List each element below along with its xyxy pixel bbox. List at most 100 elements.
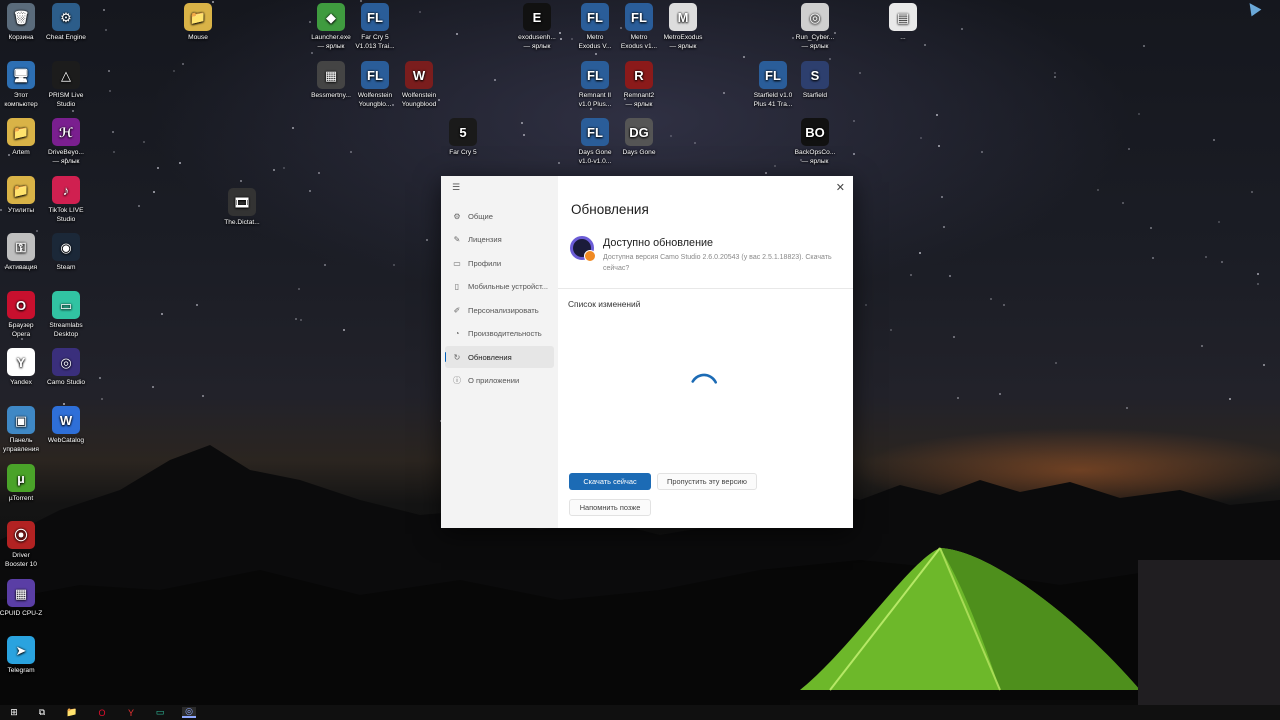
desktop-icon-label: PRISM Live Studio — [48, 92, 84, 108]
nav-icon: ✐ — [453, 305, 461, 315]
opera-button[interactable]: O — [95, 707, 109, 718]
desktop-icon[interactable]: ◉ Steam — [35, 233, 97, 272]
settings-content: ✕ Обновления Доступно обновление Доступн… — [558, 176, 853, 528]
desktop-icon[interactable]: 📁 Mouse — [167, 3, 229, 42]
desktop-icon[interactable]: µ µTorrent — [0, 464, 52, 503]
camo-button[interactable]: ◎ — [182, 706, 196, 718]
download-now-button[interactable]: Скачать сейчас — [569, 473, 651, 490]
desktop-icon-label: µTorrent — [8, 495, 34, 502]
app-icon: 📁 — [7, 118, 35, 146]
app-icon: FL — [759, 61, 787, 89]
desktop-icon-label: Camo Studio — [46, 379, 86, 386]
desktop-icon[interactable]: ▤... — [872, 3, 934, 42]
nav-item-label: О приложении — [468, 376, 520, 385]
nav-item[interactable]: ◔ Производительность — [445, 323, 554, 345]
app-icon: 🖥 — [7, 61, 35, 89]
desktop-icon-label: Remnant2 — ярлык — [623, 92, 655, 108]
desktop-icon[interactable]: ➤ Telegram — [0, 636, 52, 675]
close-icon[interactable]: ✕ — [836, 181, 845, 194]
task-view-button[interactable]: ⧉ — [35, 707, 49, 718]
nav-icon: ↻ — [453, 352, 461, 362]
loading-spinner-icon — [689, 373, 719, 403]
nav-icon: ⚙ — [453, 211, 461, 221]
app-icon: ➤ — [7, 636, 35, 664]
desktop-icon-label: Starfield — [802, 92, 828, 99]
app-icon: FL — [581, 61, 609, 89]
desktop-icon[interactable]: ◎ Run_Cyber... — ярлык — [784, 3, 846, 51]
desktop-icon-label: CPUID CPU-Z — [0, 610, 43, 617]
app-icon: 5 — [449, 118, 477, 146]
desktop-icon[interactable]: BO BackOpsCo... — ярлык — [784, 118, 846, 166]
desktop-icon[interactable]: W WebCatalog — [35, 406, 97, 445]
app-icon: E — [523, 3, 551, 31]
app-icon: 📁 — [184, 3, 212, 31]
settings-sidebar: ☰ ⚙ Общие ✎ Лицензия ▭ Профили ▯ Мобильные устр… — [441, 176, 558, 528]
desktop-icon[interactable]: ▦ CPUID CPU-Z — [0, 579, 52, 618]
yandex-button[interactable]: Y — [124, 707, 138, 718]
desktop-icon[interactable]: FL Far Cry 5 V1.013 Trai... — [344, 3, 406, 51]
app-icon: S — [801, 61, 829, 89]
app-icon: M — [669, 3, 697, 31]
desktop-icon[interactable]: DG Days Gone — [608, 118, 670, 157]
explorer-button[interactable]: 📁 — [65, 707, 79, 718]
desktop-icon-label: Days Gone — [622, 149, 656, 156]
desktop-icon-label: Wolfenstein Youngblood — [401, 92, 437, 108]
desktop-icon-label: ... — [900, 34, 906, 41]
app-icon: ◆ — [317, 3, 345, 31]
app-icon: FL — [581, 118, 609, 146]
app-icon: FL — [581, 3, 609, 31]
desktop-icon[interactable]: 5 Far Cry 5 — [432, 118, 494, 157]
app-icon: R — [625, 61, 653, 89]
desktop-icon-label: Cheat Engine — [46, 34, 86, 41]
app-icon: ℋ — [52, 118, 80, 146]
app-icon: ♪ — [52, 176, 80, 204]
app-icon: ▭ — [52, 291, 80, 319]
desktop-icon[interactable]: Eexodusenh... — ярлык — [506, 3, 568, 51]
nav-item[interactable]: ↻ Обновления — [445, 346, 554, 368]
desktop-icon[interactable]: 🎞 The.Dictat... — [211, 188, 273, 227]
app-icon: ⚙ — [52, 3, 80, 31]
nav-item[interactable]: ✎ Лицензия — [445, 229, 554, 251]
app-icon: W — [52, 406, 80, 434]
app-icon: FL — [361, 61, 389, 89]
desktop-icon-label: Telegram — [7, 667, 35, 674]
app-icon: Y — [7, 348, 35, 376]
nav-item[interactable]: ⚙ Общие — [445, 205, 554, 227]
app-icon: ◎ — [801, 3, 829, 31]
nav-item[interactable]: ⓘ О приложении — [445, 370, 554, 392]
desktop-icon[interactable]: ◎ Camo Studio — [35, 348, 97, 387]
app-icon: ⚿ — [7, 233, 35, 261]
nav-item[interactable]: ✐ Персонализировать — [445, 299, 554, 321]
hamburger-icon[interactable]: ☰ — [452, 182, 464, 193]
desktop-icon[interactable]: ⦿ Driver Booster 10 — [0, 521, 52, 569]
nav-icon: ▭ — [453, 258, 461, 268]
app-icon: FL — [361, 3, 389, 31]
desktop-icon[interactable]: △ PRISM Live Studio — [35, 61, 97, 109]
page-title: Обновления — [571, 202, 649, 217]
streamlabs-button[interactable]: ▭ — [153, 707, 167, 718]
nav-item[interactable]: ▭ Профили — [445, 252, 554, 274]
desktop-icon[interactable]: ♪ TikTok LIVE Studio — [35, 176, 97, 224]
desktop-icon-label: exodusenh... — ярлык — [518, 34, 556, 50]
nav-item[interactable]: ▯ Мобильные устройст... — [445, 276, 554, 298]
desktop-icon[interactable]: M MetroExodus — ярлык — [652, 3, 714, 51]
start-button[interactable]: ⊞ — [7, 707, 21, 718]
desktop-icon[interactable]: ▭ Streamlabs Desktop — [35, 291, 97, 339]
app-icon: ◉ — [52, 233, 80, 261]
app-icon: △ — [52, 61, 80, 89]
divider — [558, 288, 853, 289]
nav-item-label: Профили — [468, 258, 502, 268]
skip-version-button[interactable]: Пропустить эту версию — [657, 473, 757, 490]
desktop-icon-label: WebCatalog — [47, 437, 85, 444]
nav-item-label: Производительность — [468, 329, 542, 338]
desktop-icon[interactable]: W Wolfenstein Youngblood — [388, 61, 450, 109]
update-available-panel: Доступно обновление Доступна версия Camo… — [570, 236, 833, 274]
desktop-icon[interactable]: ⚙ Cheat Engine — [35, 3, 97, 42]
desktop-icon[interactable]: ℋ DriveBeyo... — ярлык — [35, 118, 97, 166]
nav-icon: ◔ — [454, 329, 460, 338]
remind-later-button[interactable]: Напомнить позже — [569, 499, 651, 516]
nav-item-label: Персонализировать — [468, 305, 539, 315]
camo-settings-dialog: ☰ ⚙ Общие ✎ Лицензия ▭ Профили ▯ Мобильные устр… — [441, 176, 853, 528]
desktop-icon[interactable]: S Starfield — [784, 61, 846, 100]
desktop-icon[interactable]: R Remnant2 — ярлык — [608, 61, 670, 109]
